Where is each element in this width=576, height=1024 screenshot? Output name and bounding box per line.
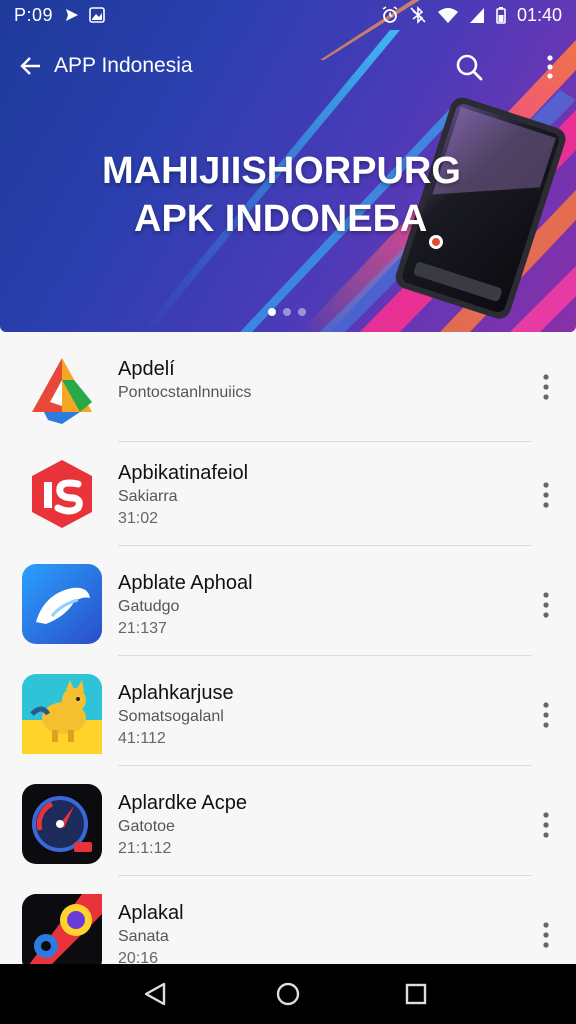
app-subtitle: Sakiarra (118, 488, 178, 505)
item-more-button[interactable] (536, 698, 556, 732)
arrow-back-icon (20, 57, 40, 75)
item-more-button[interactable] (536, 918, 556, 952)
notification-image-icon (89, 7, 105, 23)
back-button[interactable] (16, 51, 46, 81)
app-name: Aplahkarjuse (118, 682, 234, 704)
nav-recents-button[interactable] (400, 978, 432, 1010)
app-subtitle: Sanata (118, 928, 169, 945)
blue-bird-icon (22, 564, 102, 644)
banner-line-2: APK INDONEБA (134, 198, 428, 240)
yellow-character-icon (22, 674, 102, 754)
hero-banner[interactable]: P:09 01:40 APP Indonesia MAHIJIISHORPURG… (0, 0, 576, 332)
carousel-dot-1[interactable] (268, 308, 276, 316)
nav-back-button[interactable] (140, 978, 172, 1010)
nav-home-button[interactable] (272, 978, 304, 1010)
red-hexagon-icon (32, 460, 92, 528)
system-navigation-bar (0, 964, 576, 1024)
bluetooth-off-icon (410, 6, 426, 24)
triangle-logo-icon (32, 358, 92, 424)
app-bar-title: APP Indonesia (54, 54, 193, 77)
search-button[interactable] (454, 52, 484, 82)
nav-back-icon (144, 982, 166, 1006)
item-more-button[interactable] (536, 370, 556, 404)
app-name: Aplardke Acpe (118, 792, 247, 814)
app-name: Apbikatinafeiol (118, 462, 249, 484)
battery-icon (496, 7, 506, 24)
list-item[interactable]: Apbikatinafeiol Sakiarra 31:02 (0, 436, 576, 546)
item-more-button[interactable] (536, 588, 556, 622)
app-subtitle: Pontocstanlnnuiics (118, 384, 252, 401)
item-more-button[interactable] (536, 808, 556, 842)
wifi-icon (437, 8, 458, 23)
colorful-lens-icon (22, 894, 102, 974)
app-meta: 31:02 (118, 510, 159, 527)
list-item[interactable]: Aplahkarjuse Somatsogalanl 41:112 (0, 656, 576, 766)
app-name: Apdelí (118, 358, 175, 380)
more-vertical-icon (543, 592, 549, 618)
speedometer-icon (22, 784, 102, 864)
signal-icon (469, 8, 484, 23)
app-name: Aplakal (118, 902, 184, 924)
status-bar: P:09 01:40 (0, 0, 576, 30)
app-subtitle: Gatotoe (118, 818, 175, 835)
list-item[interactable]: Aplardke Acpe Gatotoe 21:1:12 (0, 766, 576, 876)
overflow-menu-button[interactable] (540, 52, 560, 82)
carousel-indicator[interactable] (268, 308, 306, 316)
alarm-icon (382, 6, 398, 23)
list-item[interactable]: Apblate Aphoal Gatudgo 21:137 (0, 546, 576, 656)
more-vertical-icon (547, 55, 553, 79)
nav-recents-icon (405, 983, 427, 1005)
app-bar: APP Indonesia (0, 40, 576, 92)
status-right-time: 01:40 (516, 4, 562, 25)
status-time: P:09 (14, 4, 54, 25)
carousel-dot-3[interactable] (298, 308, 306, 316)
more-vertical-icon (543, 812, 549, 838)
app-subtitle: Gatudgo (118, 598, 180, 615)
app-subtitle: Somatsogalanl (118, 708, 224, 725)
search-icon (456, 54, 483, 81)
more-vertical-icon (543, 374, 549, 400)
banner-line-1: MAHIJIISHORPURG (102, 150, 461, 192)
more-vertical-icon (543, 482, 549, 508)
carousel-dot-2[interactable] (283, 308, 291, 316)
app-meta: 21:1:12 (118, 840, 172, 857)
more-vertical-icon (543, 922, 549, 948)
app-meta: 21:137 (118, 620, 167, 637)
app-meta: 41:112 (118, 730, 166, 747)
more-vertical-icon (543, 702, 549, 728)
send-icon (66, 9, 79, 21)
item-more-button[interactable] (536, 478, 556, 512)
phone-screen: P:09 01:40 APP Indonesia MAHIJIISHORPURG… (0, 0, 576, 1024)
nav-home-icon (276, 982, 300, 1006)
app-name: Apblate Aphoal (118, 572, 253, 594)
list-item[interactable]: Apdelí Pontocstanlnnuiics (0, 332, 576, 442)
